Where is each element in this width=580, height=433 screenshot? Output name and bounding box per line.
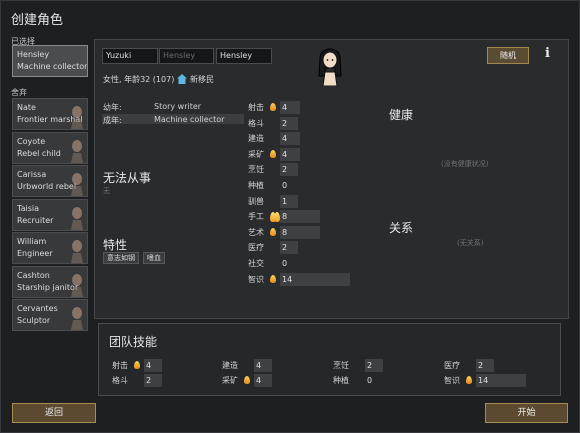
skill-value: 2 (282, 119, 288, 128)
pawn-portrait (318, 48, 342, 86)
skill-name: 艺术 (248, 228, 264, 237)
skill-name: 射击 (248, 103, 264, 112)
minor-passion-icon (270, 103, 276, 111)
skill-value: 4 (282, 134, 288, 143)
randomize-button[interactable]: 随机 (487, 47, 529, 64)
minor-passion-icon (466, 376, 472, 384)
skill-value: 2 (282, 165, 288, 174)
left-behind-section-label: 舍弃 (11, 88, 27, 97)
skill-name: 烹饪 (248, 165, 264, 174)
info-icon[interactable]: i (545, 46, 550, 61)
childhood-backstory[interactable]: Story writer (154, 102, 201, 111)
incapable-value: 无 (103, 187, 110, 195)
pawn-card-selected[interactable]: Hensley Machine collector (12, 45, 88, 77)
pawn-card[interactable]: Cervantes Sculptor (12, 299, 88, 331)
team-skill-value: 2 (478, 361, 484, 370)
skill-name: 种植 (248, 181, 264, 190)
skill-value: 0 (282, 181, 288, 190)
pawn-portrait-icon (71, 240, 83, 263)
health-status: (没有健康状况) (441, 160, 489, 168)
health-title: 健康 (389, 108, 414, 122)
nickname-field[interactable]: Hensley (159, 48, 214, 64)
traits-title: 特性 (103, 238, 128, 252)
skill-value: 8 (282, 228, 288, 237)
skill-value: 4 (282, 150, 288, 159)
team-skill-name: 射击 (112, 361, 128, 370)
team-skills-title: 团队技能 (109, 335, 158, 349)
team-skill-value: 4 (256, 361, 262, 370)
minor-passion-icon (134, 361, 140, 369)
pawn-card[interactable]: William Engineer (12, 232, 88, 264)
skill-name: 建造 (248, 134, 264, 143)
skill-name: 格斗 (248, 119, 264, 128)
team-skill-name: 建造 (222, 361, 238, 370)
trait-chip[interactable]: 嗜血 (143, 252, 165, 264)
trait-chip[interactable]: 意志如钢 (103, 252, 139, 264)
relations-status: (无关系) (457, 239, 484, 247)
skill-name: 采矿 (248, 150, 264, 159)
pawn-portrait-icon (71, 273, 83, 297)
skill-name: 医疗 (248, 243, 264, 252)
pawn-card-title: Machine collector (17, 62, 88, 71)
team-skill-value: 4 (146, 361, 152, 370)
pawn-portrait-icon (71, 106, 83, 129)
team-skill-name: 种植 (333, 376, 349, 385)
adulthood-backstory[interactable]: Machine collector (154, 115, 224, 124)
incapable-title: 无法从事 (103, 171, 152, 185)
pawn-card-name: Hensley (17, 50, 50, 59)
pawn-portrait-icon (71, 206, 83, 230)
team-skill-name: 智识 (444, 376, 460, 385)
team-skill-name: 采矿 (222, 376, 238, 385)
pawn-card[interactable]: Taisia Recruiter (12, 198, 88, 231)
faction-name[interactable]: 新移民 (190, 74, 214, 85)
window-title: 创建角色 (11, 13, 64, 28)
skill-value: 4 (282, 103, 288, 112)
pawn-summary: 女性, 年龄32 (107) (103, 75, 175, 84)
first-name-field[interactable]: Yuzuki (102, 48, 158, 64)
childhood-label: 幼年: (103, 103, 122, 112)
team-skill-value: 2 (367, 361, 373, 370)
pawn-card[interactable]: Nate Frontier marshal (12, 98, 88, 130)
team-skill-value: 2 (146, 376, 152, 385)
team-skill-value: 14 (478, 376, 489, 385)
team-skill-name: 医疗 (444, 361, 460, 370)
team-skill-name: 格斗 (112, 376, 128, 385)
pawn-portrait-icon (71, 139, 83, 163)
minor-passion-icon (270, 228, 276, 236)
minor-passion-icon (270, 275, 276, 283)
last-name-field[interactable]: Hensley (216, 48, 272, 64)
team-skill-name: 烹饪 (333, 361, 349, 370)
back-button[interactable]: 返回 (12, 403, 96, 423)
skill-name: 驯兽 (248, 197, 264, 206)
minor-passion-icon (270, 150, 276, 158)
pawn-portrait-icon (71, 173, 83, 196)
minor-passion-icon (244, 376, 250, 384)
team-skill-value: 0 (367, 376, 373, 385)
pawn-card[interactable]: Carissa Urbworld rebel (12, 165, 88, 197)
skill-value: 2 (282, 243, 288, 252)
adulthood-label: 成年: (103, 116, 122, 125)
skill-value: 14 (282, 275, 293, 284)
skill-name: 社交 (248, 259, 264, 268)
team-skill-value: 4 (256, 376, 262, 385)
relations-title: 关系 (389, 221, 414, 235)
pawn-portrait-icon (71, 307, 83, 330)
skill-value: 8 (282, 212, 288, 221)
skill-value: 1 (282, 197, 288, 206)
skill-name: 手工 (248, 212, 264, 221)
skill-name: 智识 (248, 275, 264, 284)
start-button[interactable]: 开始 (485, 403, 568, 423)
pawn-card[interactable]: Cashton Starship janitor (12, 265, 88, 298)
pawn-card[interactable]: Coyote Rebel child (12, 131, 88, 164)
skill-value: 0 (282, 259, 288, 268)
